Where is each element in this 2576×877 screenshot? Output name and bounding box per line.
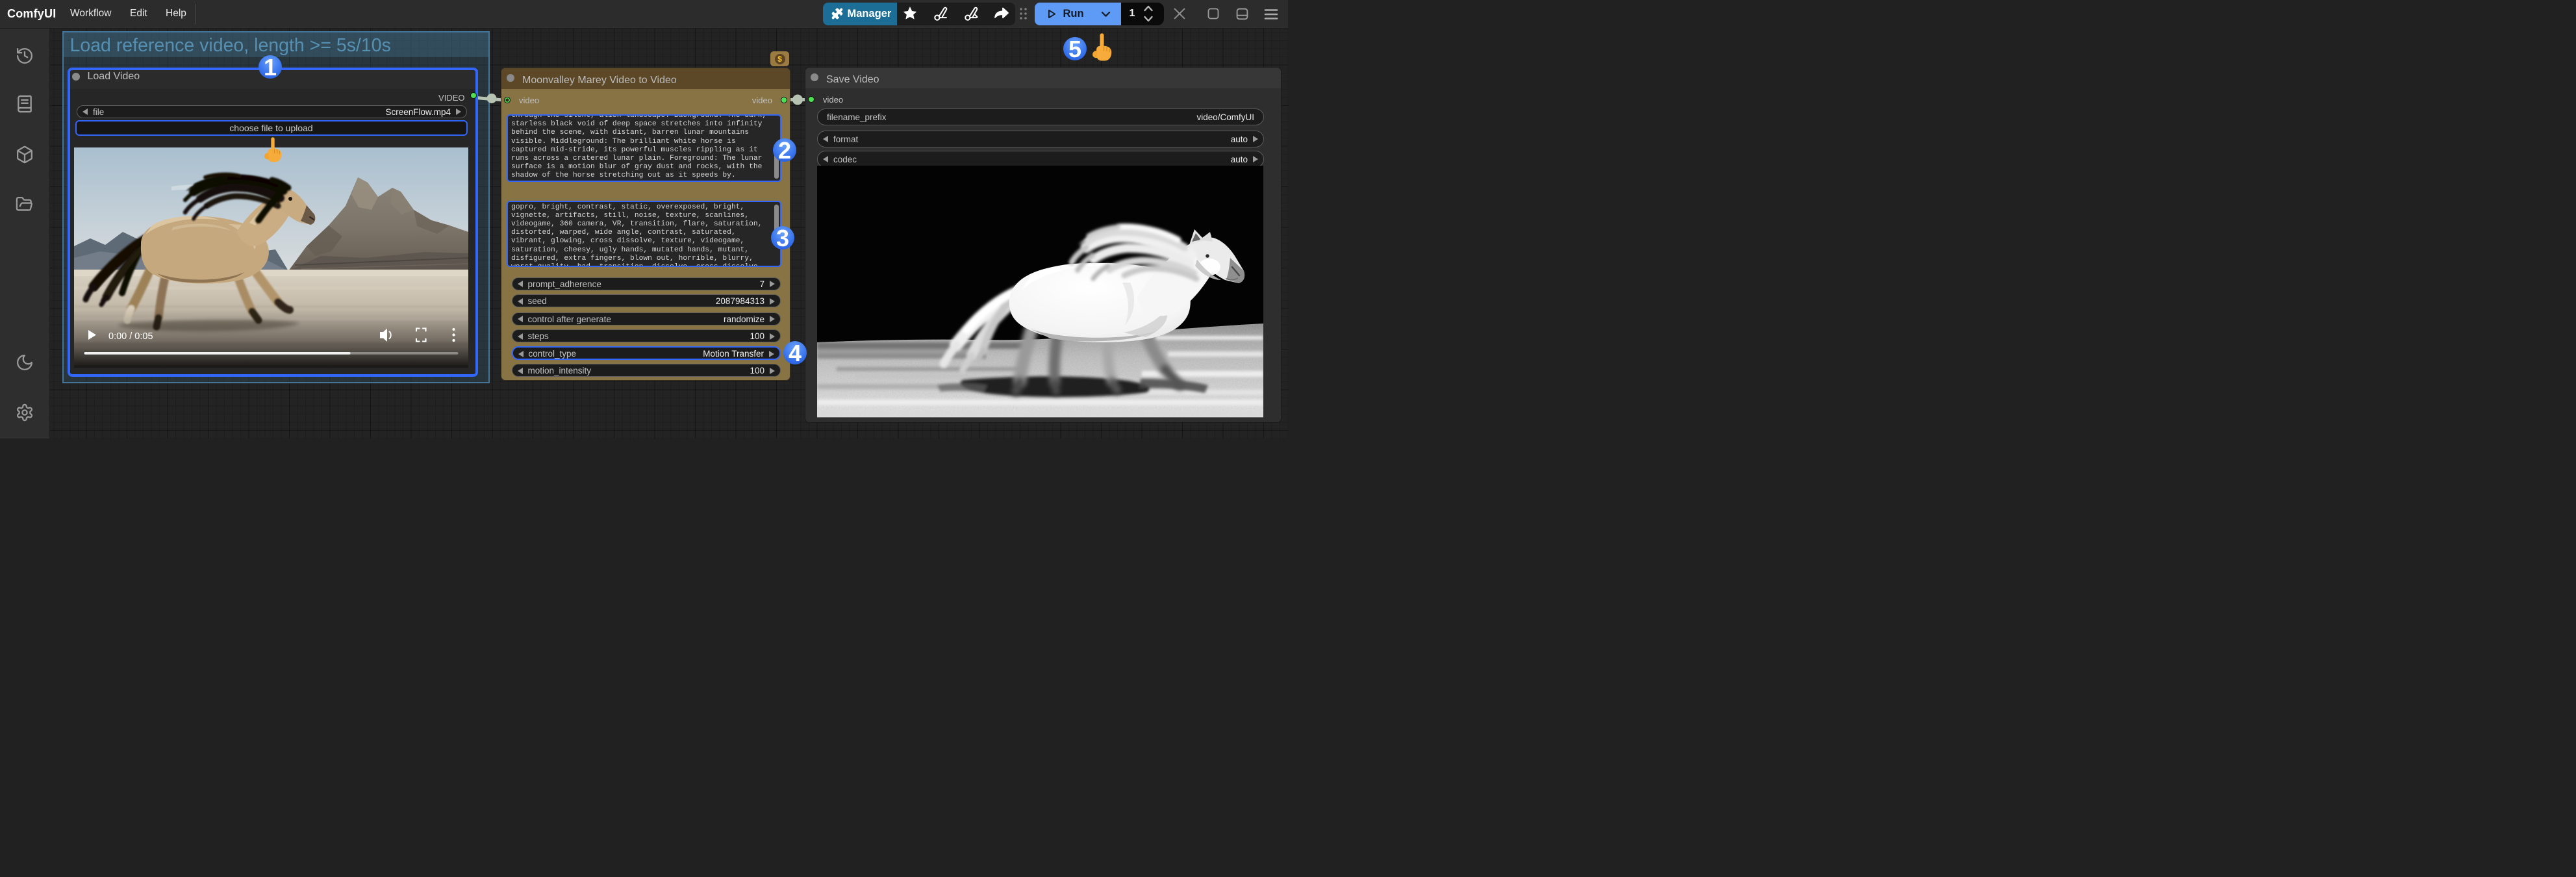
svg-text:0:00 / 0:05: 0:00 / 0:05 (108, 331, 153, 342)
